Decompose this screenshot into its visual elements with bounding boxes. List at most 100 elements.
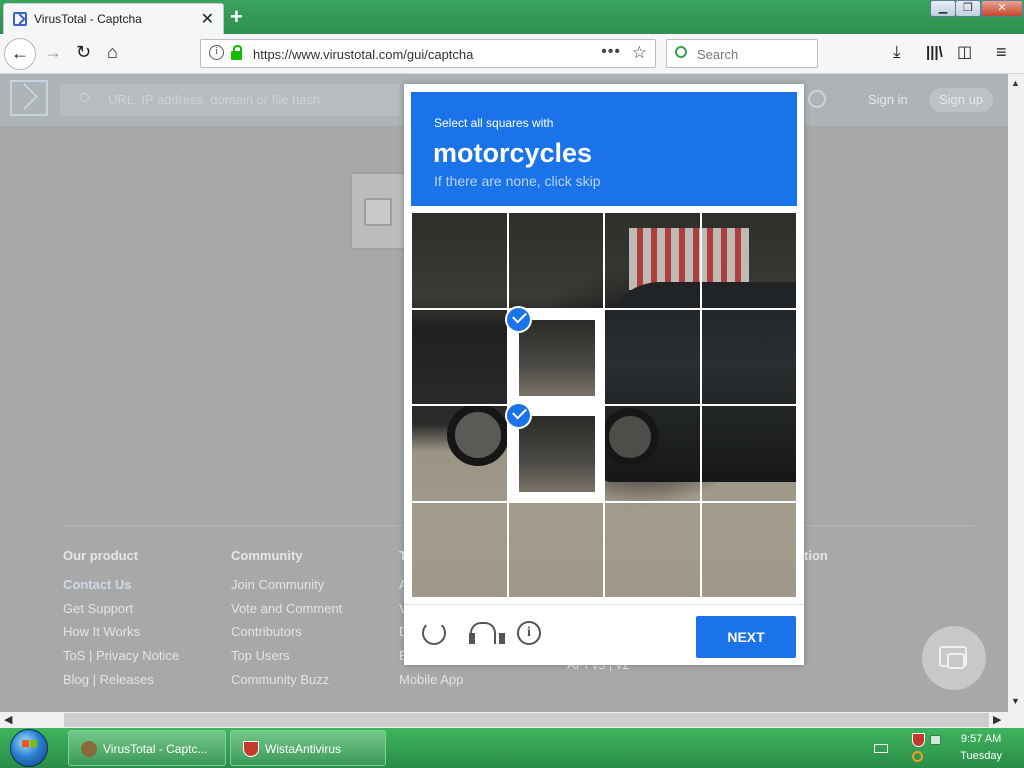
captcha-image-grid <box>411 212 797 598</box>
lock-icon[interactable] <box>231 45 242 60</box>
footer-col-community: Community Join Community Vote and Commen… <box>231 548 342 695</box>
nav-bar: ← → ↻ ⌂ i https://www.virustotal.com/gui… <box>0 34 1024 74</box>
captcha-tile[interactable] <box>604 501 701 598</box>
footer-col-documentation: tion <box>804 548 828 577</box>
forward-button[interactable]: → <box>44 42 62 63</box>
captcha-tile[interactable] <box>604 308 701 405</box>
footer-link-contact-us[interactable]: Contact Us <box>63 577 179 601</box>
captcha-tile[interactable] <box>504 305 604 405</box>
task-label: WistaAntivirus <box>265 742 342 756</box>
antivirus-shield-icon <box>243 741 259 757</box>
reload-challenge-icon[interactable] <box>422 621 446 645</box>
scroll-down-arrow-icon[interactable]: ▼ <box>1011 696 1020 706</box>
taskbar: VirusTotal - Captc... WistaAntivirus 9:5… <box>0 728 1024 768</box>
scrollbar-thumb[interactable] <box>64 713 989 727</box>
clock-day: Tuesday <box>960 750 1002 762</box>
search-placeholder: Search <box>697 47 739 62</box>
firefox-icon <box>81 741 97 757</box>
footer-col-product: Our product Contact Us Get Support How I… <box>63 548 179 695</box>
keyboard-icon[interactable] <box>874 744 888 753</box>
footer-link-vote[interactable]: Vote and Comment <box>231 601 342 625</box>
captcha-tile[interactable] <box>411 212 508 309</box>
sign-up-button[interactable]: Sign up <box>929 88 993 112</box>
audio-challenge-headphones-icon[interactable] <box>469 621 505 645</box>
start-button[interactable] <box>10 729 48 767</box>
captcha-tile[interactable] <box>507 501 604 598</box>
captcha-tile[interactable] <box>604 405 701 502</box>
maximize-button[interactable]: ❐ <box>955 0 981 17</box>
vt-search-input[interactable]: URL, IP address, domain or file hash <box>60 84 400 116</box>
virustotal-logo-icon[interactable] <box>10 80 48 116</box>
footer-heading: tion <box>804 548 828 563</box>
tray-shield-icon[interactable] <box>912 733 925 747</box>
sign-in-link[interactable]: Sign in <box>868 92 908 107</box>
captcha-tile[interactable] <box>700 501 797 598</box>
captcha-tile[interactable] <box>507 212 604 309</box>
vt-search-icon <box>80 93 89 102</box>
vt-search-placeholder: URL, IP address, domain or file hash <box>108 92 321 107</box>
tab-virustotal[interactable]: VirusTotal - Captcha ✕ <box>3 3 224 34</box>
bookmark-star-icon[interactable]: ☆ <box>632 43 647 63</box>
vertical-scrollbar[interactable]: ▲ ▼ <box>1008 74 1024 712</box>
minimize-button[interactable]: ▁ <box>930 0 956 17</box>
scroll-up-arrow-icon[interactable]: ▲ <box>1011 78 1020 88</box>
captcha-footer: i NEXT <box>404 604 804 665</box>
tray-network-icon[interactable] <box>930 735 941 745</box>
next-button[interactable]: NEXT <box>696 616 796 658</box>
menu-icon[interactable]: ≡ <box>996 42 1007 63</box>
page-actions-icon[interactable]: ••• <box>601 43 621 61</box>
footer-link-how-it-works[interactable]: How It Works <box>63 624 179 648</box>
sidebar-icon[interactable]: ◫ <box>957 42 972 62</box>
scroll-left-arrow-icon[interactable]: ◀ <box>4 713 12 726</box>
footer-heading: Our product <box>63 548 139 563</box>
virustotal-favicon-icon <box>13 12 27 26</box>
clock[interactable]: 9:57 AM Tuesday <box>960 731 1002 765</box>
help-info-icon[interactable]: i <box>517 621 541 645</box>
tab-bar: VirusTotal - Captcha ✕ + ▁ ❐ ✕ <box>0 0 1024 34</box>
tile-selected-check-icon <box>504 305 532 333</box>
captcha-target: motorcycles <box>433 138 593 168</box>
captcha-dialog: Select all squares with motorcycles If t… <box>404 84 804 665</box>
footer-link-buzz[interactable]: Community Buzz <box>231 672 342 696</box>
tile-selected-check-icon <box>504 402 532 429</box>
window-close-button[interactable]: ✕ <box>981 0 1023 17</box>
captcha-tile[interactable] <box>411 308 508 405</box>
captcha-tile[interactable] <box>604 212 701 309</box>
captcha-tile[interactable] <box>700 308 797 405</box>
captcha-tile-image <box>518 416 595 492</box>
footer-link-top-users[interactable]: Top Users <box>231 648 342 672</box>
captcha-tile[interactable] <box>700 212 797 309</box>
chat-bubble-icon[interactable] <box>922 626 986 690</box>
footer-link-get-support[interactable]: Get Support <box>63 601 179 625</box>
url-bar[interactable]: i https://www.virustotal.com/gui/captcha… <box>200 39 656 68</box>
recaptcha-checkbox[interactable] <box>364 198 392 226</box>
task-wistaantivirus[interactable]: WistaAntivirus <box>230 730 386 766</box>
back-button[interactable]: ← <box>4 38 36 70</box>
url-text[interactable]: https://www.virustotal.com/gui/captcha <box>253 47 473 62</box>
captcha-tile[interactable] <box>411 405 508 502</box>
recaptcha-checkbox-card <box>352 174 412 248</box>
horizontal-scrollbar[interactable]: ◀ ▶ <box>0 712 1024 728</box>
task-label: VirusTotal - Captc... <box>103 742 208 756</box>
footer-link-join[interactable]: Join Community <box>231 577 342 601</box>
captcha-tile[interactable] <box>504 402 604 502</box>
home-button[interactable]: ⌂ <box>107 42 118 63</box>
captcha-tile-image <box>518 319 595 396</box>
settings-gear-icon[interactable] <box>808 90 826 108</box>
tray-search-icon[interactable] <box>912 751 923 762</box>
library-icon[interactable]: |||\ <box>926 44 943 61</box>
tab-close-icon[interactable]: ✕ <box>201 9 214 29</box>
footer-link-contributors[interactable]: Contributors <box>231 624 342 648</box>
reload-button[interactable]: ↻ <box>76 42 91 63</box>
task-firefox[interactable]: VirusTotal - Captc... <box>68 730 226 766</box>
captcha-tile[interactable] <box>700 405 797 502</box>
downloads-icon[interactable]: ⤓ <box>893 42 901 62</box>
captcha-tile[interactable] <box>411 501 508 598</box>
search-bar[interactable]: Search <box>666 39 818 68</box>
footer-link-mobile-app[interactable]: Mobile App <box>399 672 463 696</box>
footer-link-blog[interactable]: Blog | Releases <box>63 672 179 696</box>
info-icon[interactable]: i <box>209 45 224 60</box>
footer-link-tos[interactable]: ToS | Privacy Notice <box>63 648 179 672</box>
new-tab-button[interactable]: + <box>230 4 243 30</box>
scroll-right-arrow-icon[interactable]: ▶ <box>993 713 1001 726</box>
